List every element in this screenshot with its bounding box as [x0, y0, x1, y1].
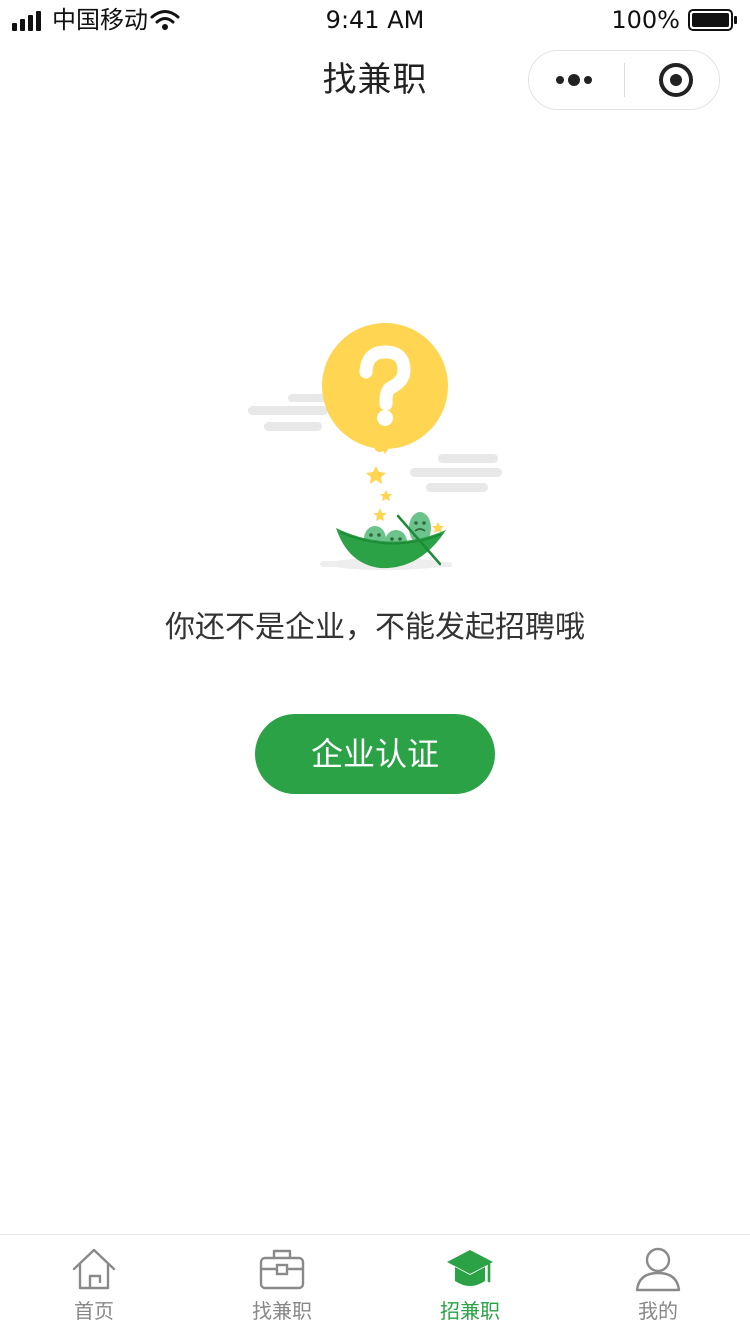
- target-circle-icon: [659, 63, 693, 97]
- enterprise-verify-button[interactable]: 企业认证: [255, 714, 495, 794]
- tab-post-job-label: 招兼职: [440, 1299, 500, 1323]
- close-mini-program-button[interactable]: [625, 51, 720, 109]
- more-button[interactable]: [529, 51, 624, 109]
- cloud-right-icon: [410, 454, 502, 492]
- user-icon: [635, 1247, 681, 1292]
- tab-mine-label: 我的: [638, 1299, 678, 1323]
- battery-icon: [688, 9, 737, 31]
- question-bubble-icon: [322, 323, 448, 454]
- home-icon: [72, 1248, 116, 1290]
- empty-state-message: 你还不是企业，不能发起招聘哦: [165, 610, 585, 645]
- app-page: 中国移动 9:41 AM 100% 找兼职 你还不是企业，不能发起招聘哦 企业认…: [0, 0, 750, 1334]
- nav-bar: 找兼职: [0, 40, 750, 128]
- tab-post-job[interactable]: 招兼职: [376, 1235, 564, 1334]
- tab-home-label: 首页: [74, 1299, 114, 1323]
- more-dots-icon: [556, 74, 592, 86]
- cloud-left-icon: [248, 394, 328, 431]
- status-bar: 中国移动 9:41 AM 100%: [0, 0, 750, 40]
- mini-program-capsule: [528, 50, 720, 110]
- battery-percent: 100%: [611, 6, 680, 34]
- bottom-tab-bar: 首页 找兼职 招兼职 我的: [0, 1234, 750, 1334]
- tab-home[interactable]: 首页: [0, 1235, 188, 1334]
- empty-state-illustration: [248, 323, 502, 570]
- graduation-cap-icon: [447, 1250, 493, 1286]
- tab-find-job[interactable]: 找兼职: [188, 1235, 376, 1334]
- briefcase-icon: [259, 1249, 305, 1290]
- tab-find-job-label: 找兼职: [252, 1299, 312, 1323]
- tab-mine[interactable]: 我的: [564, 1235, 750, 1334]
